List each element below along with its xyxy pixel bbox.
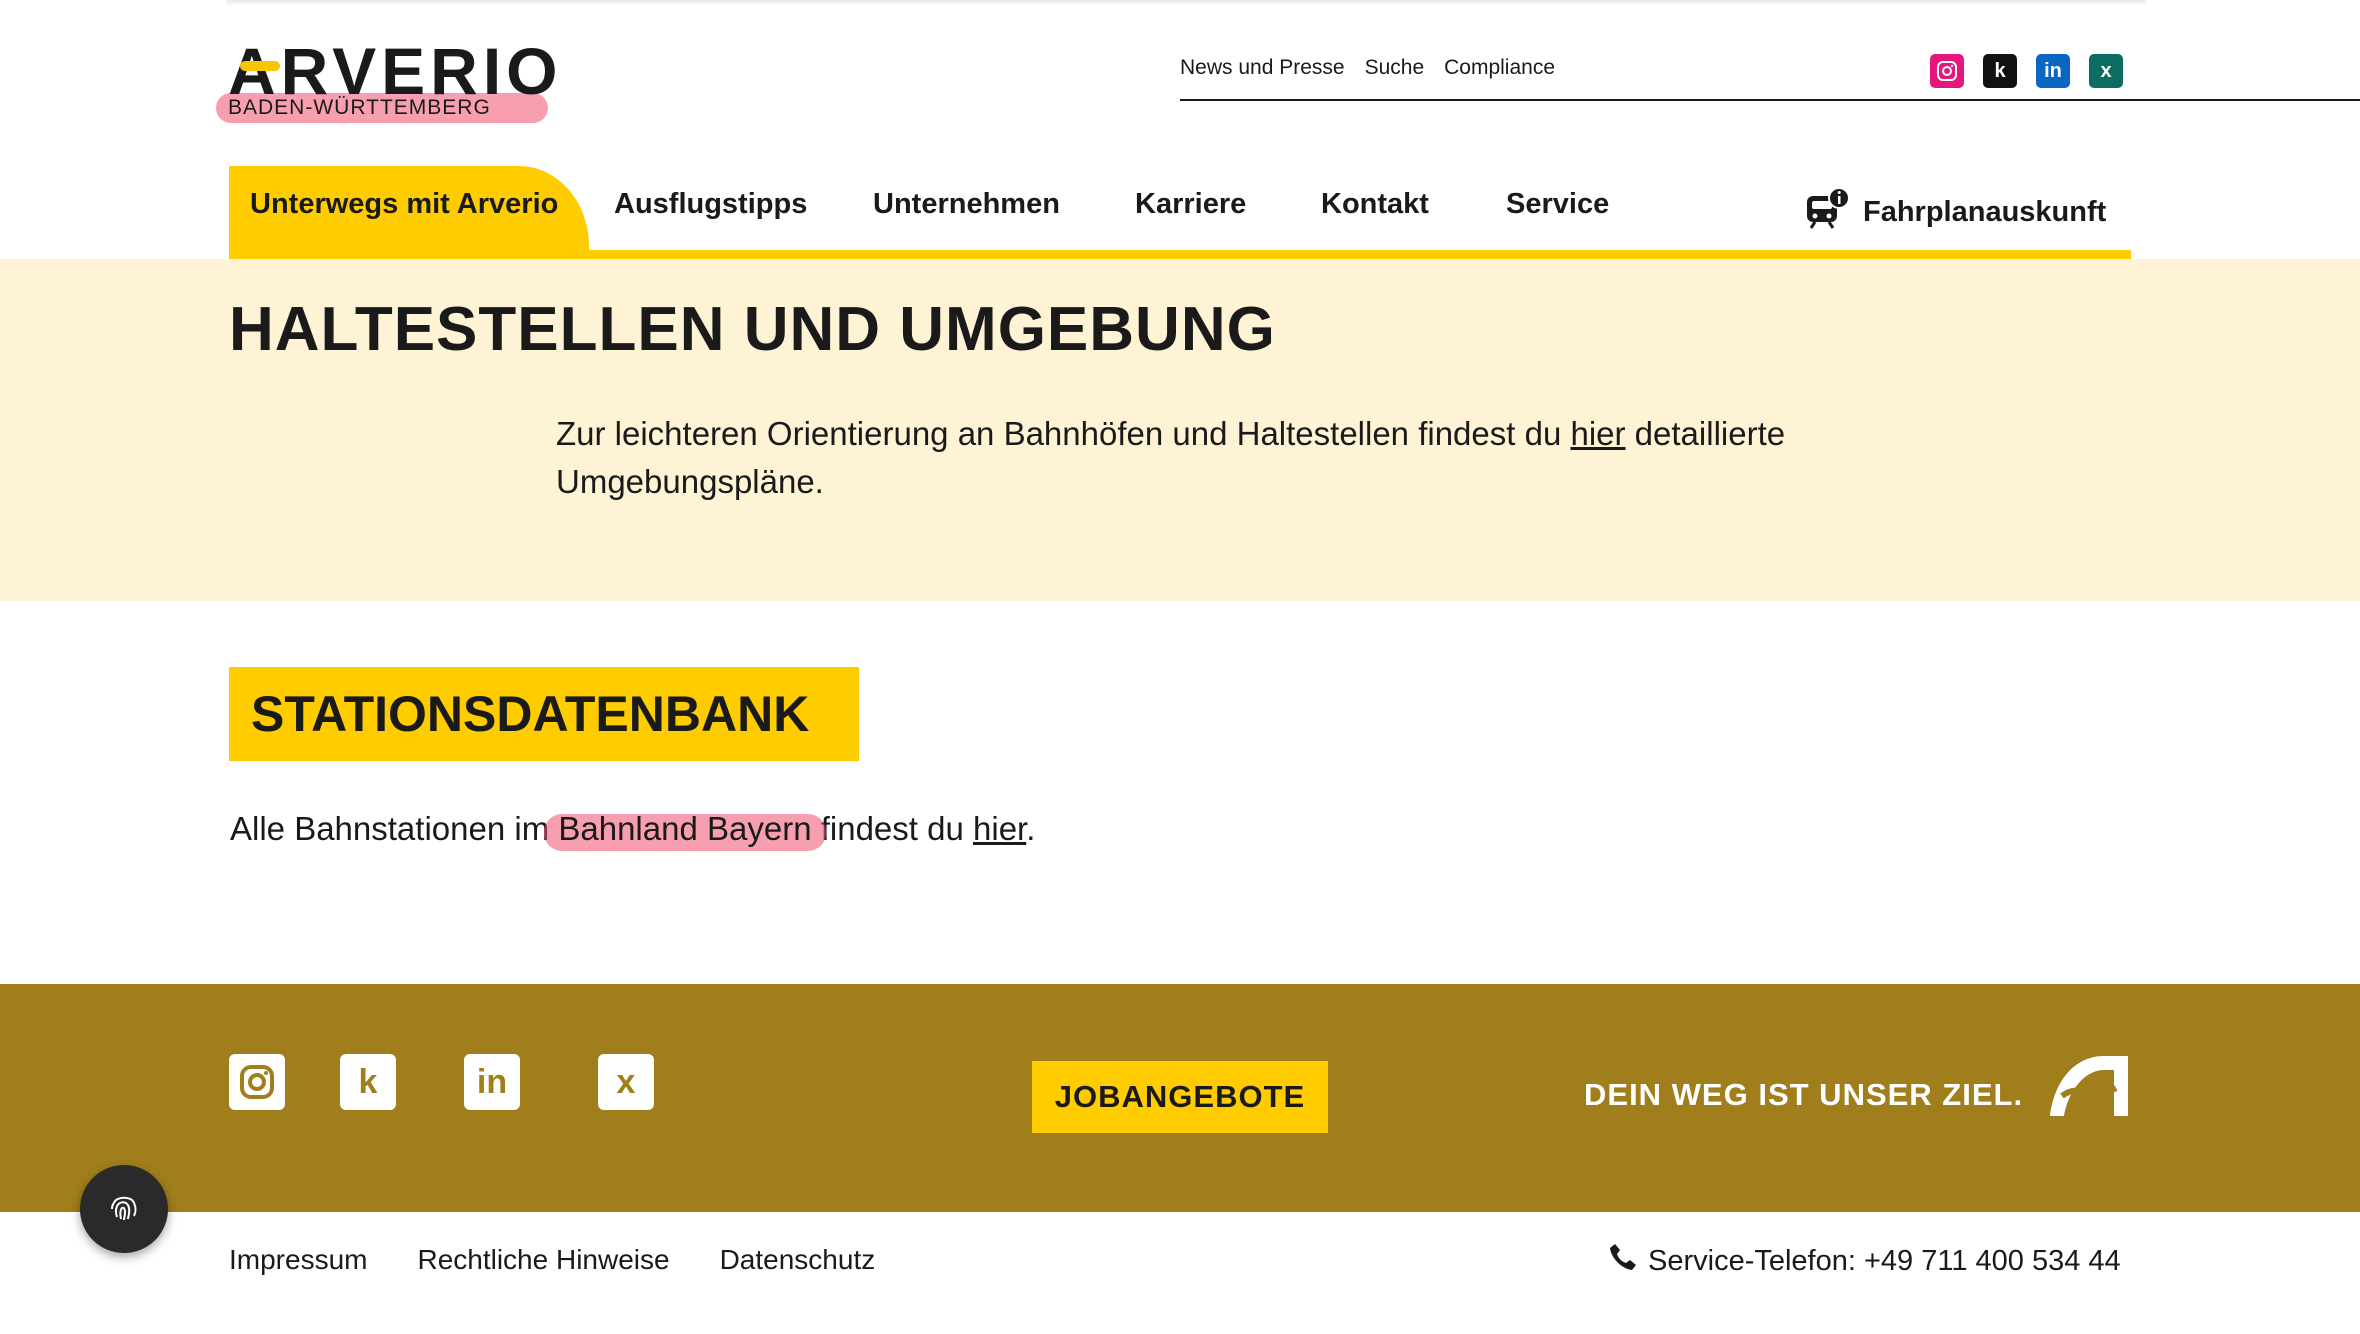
train-info-icon bbox=[1805, 186, 1851, 238]
service-phone[interactable]: Service-Telefon: +49 711 400 534 44 bbox=[1608, 1242, 2121, 1280]
linkedin-icon[interactable]: in bbox=[2036, 54, 2070, 88]
meta-link-compliance[interactable]: Compliance bbox=[1444, 56, 1555, 80]
stations-text-end: . bbox=[1026, 810, 1036, 847]
privacy-settings-button[interactable] bbox=[80, 1165, 168, 1253]
meta-navigation: News und Presse Suche Compliance bbox=[1180, 56, 1555, 80]
nav-item-unterwegs[interactable]: Unterwegs mit Arverio bbox=[250, 188, 558, 221]
stations-text-start: Alle Bahnstationen im bbox=[230, 810, 559, 847]
hier-link-plans[interactable]: hier bbox=[1570, 415, 1625, 452]
link-datenschutz[interactable]: Datenschutz bbox=[720, 1244, 876, 1276]
job-offers-button[interactable]: JOBANGEBOTE bbox=[1032, 1061, 1328, 1133]
nav-item-karriere[interactable]: Karriere bbox=[1135, 188, 1246, 221]
nav-item-unternehmen[interactable]: Unternehmen bbox=[873, 188, 1060, 221]
nav-item-ausflugstipps[interactable]: Ausflugstipps bbox=[614, 188, 807, 221]
footer-instagram-icon[interactable] bbox=[229, 1054, 285, 1110]
phone-label: Service-Telefon: +49 711 400 534 44 bbox=[1648, 1244, 2121, 1277]
footer-xing-icon[interactable]: x bbox=[598, 1054, 654, 1110]
meta-link-news[interactable]: News und Presse bbox=[1180, 56, 1345, 80]
instagram-icon[interactable] bbox=[1930, 54, 1964, 88]
logo-subtitle: BADEN-WÜRTTEMBERG bbox=[228, 96, 491, 119]
footer-linkedin-icon[interactable]: in bbox=[464, 1054, 520, 1110]
link-rechtliche-hinweise[interactable]: Rechtliche Hinweise bbox=[417, 1244, 669, 1276]
stations-text-middle: findest du bbox=[811, 810, 974, 847]
header-social-links: k in x bbox=[1930, 54, 2123, 88]
nav-item-service[interactable]: Service bbox=[1506, 188, 1609, 221]
section-heading-stations: STATIONSDATENBANK bbox=[229, 667, 859, 761]
footer-kununu-icon[interactable]: k bbox=[340, 1054, 396, 1110]
meta-divider bbox=[1180, 99, 2360, 101]
header-shadow bbox=[226, 0, 2146, 6]
fingerprint-icon bbox=[106, 1189, 142, 1230]
link-impressum[interactable]: Impressum bbox=[229, 1244, 367, 1276]
meta-link-search[interactable]: Suche bbox=[1365, 56, 1425, 80]
footer-legal-links: Impressum Rechtliche Hinweise Datenschut… bbox=[229, 1244, 875, 1276]
kununu-icon[interactable]: k bbox=[1983, 54, 2017, 88]
phone-icon bbox=[1608, 1242, 1638, 1280]
footer-band: k in x JOBANGEBOTE DEIN WEG IST UNSER ZI… bbox=[0, 984, 2360, 1212]
hier-link-stations[interactable]: hier bbox=[973, 810, 1026, 847]
highlight-bahnland: Bahnland Bayern bbox=[544, 810, 826, 851]
stations-text: Alle Bahnstationen im Bahnland Bayern fi… bbox=[230, 810, 1036, 851]
arverio-logo[interactable]: ARVERIO BADEN-WÜRTTEMBERG bbox=[216, 38, 558, 124]
footer-slogan: DEIN WEG IST UNSER ZIEL. bbox=[1584, 1077, 2024, 1112]
nav-item-kontakt[interactable]: Kontakt bbox=[1321, 188, 1429, 221]
logo-wordmark: ARVERIO bbox=[228, 34, 563, 108]
timetable-link[interactable]: Fahrplanauskunft bbox=[1805, 186, 2106, 238]
page-title: HALTESTELLEN UND UMGEBUNG bbox=[229, 295, 1276, 364]
main-navigation: Unterwegs mit Arverio Ausflugstipps Unte… bbox=[229, 166, 2131, 259]
intro-text: Zur leichteren Orientierung an Bahnhöfen… bbox=[556, 410, 1856, 506]
intro-text-start: Zur leichteren Orientierung an Bahnhöfen… bbox=[556, 415, 1571, 452]
xing-icon[interactable]: x bbox=[2089, 54, 2123, 88]
arverio-a-logo-icon bbox=[2044, 1052, 2130, 1118]
highlight-text: Bahnland Bayern bbox=[558, 810, 812, 847]
logo-swoosh bbox=[240, 61, 280, 71]
timetable-label: Fahrplanauskunft bbox=[1863, 195, 2107, 228]
